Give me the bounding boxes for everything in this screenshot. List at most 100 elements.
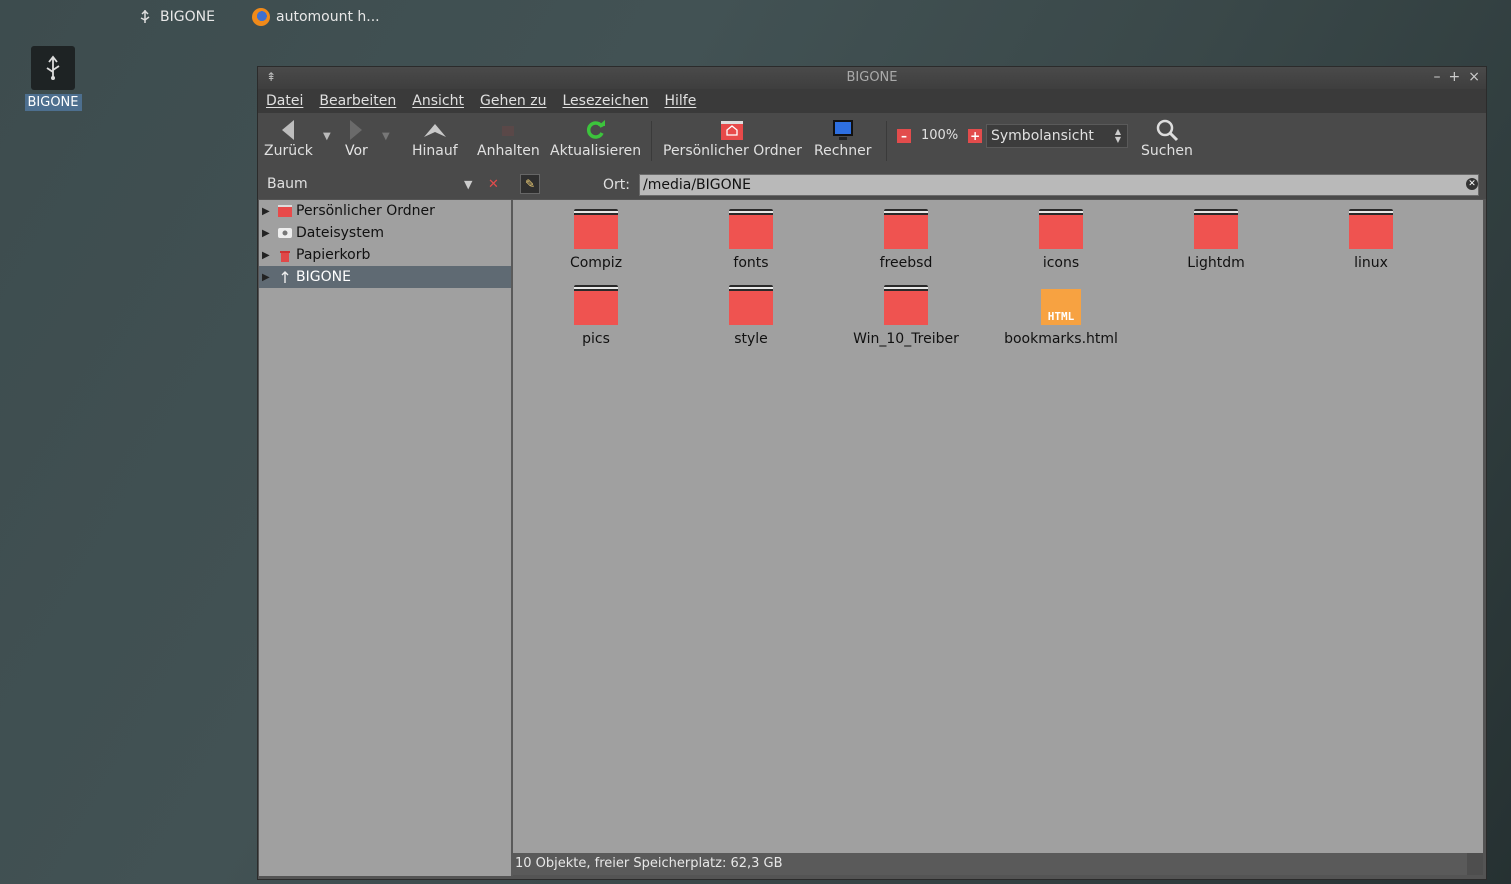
back-button[interactable]: Zurück: [264, 117, 313, 159]
file-name: fonts: [733, 255, 769, 271]
folder-item[interactable]: Compiz: [521, 209, 671, 271]
sidebar-item-label: Papierkorb: [296, 247, 371, 263]
menu-ansicht[interactable]: Ansicht: [412, 93, 464, 109]
folder-icon: [574, 285, 618, 325]
sidebar-mode-select[interactable]: Baum: [267, 176, 308, 192]
chevron-down-icon[interactable]: ▼: [464, 178, 472, 191]
search-icon: [1155, 117, 1179, 143]
sidebar-item-bigone[interactable]: ▶ BIGONE: [259, 266, 511, 288]
edit-location-button[interactable]: ✎: [520, 174, 540, 194]
drive-icon: [278, 226, 292, 240]
folder-item[interactable]: Lightdm: [1141, 209, 1291, 271]
folder-item[interactable]: linux: [1296, 209, 1446, 271]
menu-bar: Datei Bearbeiten Ansicht Gehen zu Leseze…: [258, 89, 1486, 113]
file-view: Compiz fonts freebsd icons Lightdm linux…: [513, 200, 1483, 853]
computer-label: Rechner: [814, 143, 872, 159]
taskbar-item-firefox[interactable]: automount h...: [252, 6, 380, 28]
sidebar-item-trash[interactable]: ▶ Papierkorb: [259, 244, 511, 266]
resize-grip[interactable]: [1467, 853, 1483, 875]
pencil-icon: ✎: [524, 177, 536, 191]
menu-datei[interactable]: Datei: [266, 93, 303, 109]
clear-location-icon[interactable]: ✕: [1466, 178, 1478, 190]
reload-button[interactable]: Aktualisieren: [550, 117, 641, 159]
file-name: linux: [1354, 255, 1388, 271]
html-file-icon: HTML: [1041, 289, 1081, 325]
trash-icon: [278, 248, 292, 262]
menu-hilfe[interactable]: Hilfe: [664, 93, 696, 109]
computer-icon: [832, 117, 854, 143]
forward-history-dropdown[interactable]: ▼: [382, 131, 390, 142]
desktop-icon-label: BIGONE: [24, 94, 82, 111]
back-label: Zurück: [264, 143, 313, 159]
zoom-level: 100%: [921, 128, 959, 143]
menu-lesezeichen[interactable]: Lesezeichen: [562, 93, 648, 109]
zoom-in-button[interactable]: +: [968, 128, 983, 143]
file-name: pics: [582, 331, 610, 347]
view-mode-select[interactable]: Symbolansicht ▲ ▼: [986, 124, 1128, 148]
folder-item[interactable]: fonts: [676, 209, 826, 271]
firefox-icon: [252, 8, 270, 26]
folder-icon: [1349, 209, 1393, 249]
sidebar-item-label: Persönlicher Ordner: [296, 203, 435, 219]
up-label: Hinauf: [412, 143, 458, 159]
up-button[interactable]: Hinauf: [412, 117, 458, 159]
menu-bearbeiten[interactable]: Bearbeiten: [319, 93, 396, 109]
folder-item[interactable]: freebsd: [831, 209, 981, 271]
location-bar: Baum ▼ ✕ ✎ Ort: /media/BIGONE ✕: [258, 171, 1486, 199]
toolbar-separator: [886, 121, 887, 161]
folder-item[interactable]: style: [676, 285, 826, 347]
stop-icon: [500, 117, 516, 143]
spin-arrows-icon: ▲ ▼: [1114, 127, 1121, 144]
search-label: Suchen: [1141, 143, 1193, 159]
expand-arrow-icon[interactable]: ▶: [262, 272, 276, 283]
expand-arrow-icon[interactable]: ▶: [262, 250, 276, 261]
folder-icon: [729, 285, 773, 325]
folder-icon: [1194, 209, 1238, 249]
folder-icon: [884, 285, 928, 325]
forward-button[interactable]: Vor: [345, 117, 368, 159]
folder-item[interactable]: Win_10_Treiber: [831, 285, 981, 347]
home-icon: [278, 204, 292, 218]
home-button[interactable]: Persönlicher Ordner: [663, 117, 802, 159]
maximize-button[interactable]: +: [1449, 69, 1461, 85]
folder-item[interactable]: icons: [986, 209, 1136, 271]
sidebar-item-label: BIGONE: [296, 269, 351, 285]
sidebar-item-home[interactable]: ▶ Persönlicher Ordner: [259, 200, 511, 222]
search-button[interactable]: Suchen: [1141, 117, 1193, 159]
sidebar-tree: ▶ Persönlicher Ordner ▶ Dateisystem ▶ Pa…: [259, 200, 513, 876]
minimize-button[interactable]: –: [1434, 69, 1441, 85]
zoom-controls: – 100% +: [897, 128, 983, 143]
file-item[interactable]: HTML bookmarks.html: [986, 287, 1136, 347]
folder-item[interactable]: pics: [521, 285, 671, 347]
back-history-dropdown[interactable]: ▼: [323, 131, 331, 142]
file-name: style: [734, 331, 768, 347]
desktop-icon-bigone[interactable]: BIGONE: [24, 46, 82, 111]
folder-icon: [884, 209, 928, 249]
sidebar-item-label: Dateisystem: [296, 225, 384, 241]
file-name: Lightdm: [1187, 255, 1245, 271]
up-arrow-icon: [423, 117, 447, 143]
close-button[interactable]: ×: [1468, 69, 1480, 85]
title-bar[interactable]: ⇞ BIGONE – + ×: [258, 67, 1486, 89]
close-sidebar-icon[interactable]: ✕: [488, 177, 499, 192]
view-mode-value: Symbolansicht: [991, 128, 1094, 144]
stop-button[interactable]: Anhalten: [477, 117, 540, 159]
html-badge: HTML: [1047, 310, 1075, 323]
reload-icon: [585, 117, 607, 143]
expand-arrow-icon[interactable]: ▶: [262, 228, 276, 239]
status-text: 10 Objekte, freier Speicherplatz: 62,3 G…: [515, 856, 783, 871]
file-name: Win_10_Treiber: [853, 331, 959, 347]
stop-label: Anhalten: [477, 143, 540, 159]
menu-gehen-zu[interactable]: Gehen zu: [480, 93, 547, 109]
expand-arrow-icon[interactable]: ▶: [262, 206, 276, 217]
taskbar-label: automount h...: [276, 9, 380, 25]
sidebar-item-filesystem[interactable]: ▶ Dateisystem: [259, 222, 511, 244]
taskbar-item-bigone[interactable]: BIGONE: [136, 6, 215, 28]
file-manager-window: ⇞ BIGONE – + × Datei Bearbeiten Ansicht …: [257, 66, 1487, 880]
toolbar-separator: [651, 121, 652, 161]
forward-arrow-icon: [347, 117, 365, 143]
computer-button[interactable]: Rechner: [814, 117, 872, 159]
zoom-out-button[interactable]: –: [897, 128, 911, 143]
location-input[interactable]: /media/BIGONE: [639, 174, 1479, 196]
folder-icon: [574, 209, 618, 249]
